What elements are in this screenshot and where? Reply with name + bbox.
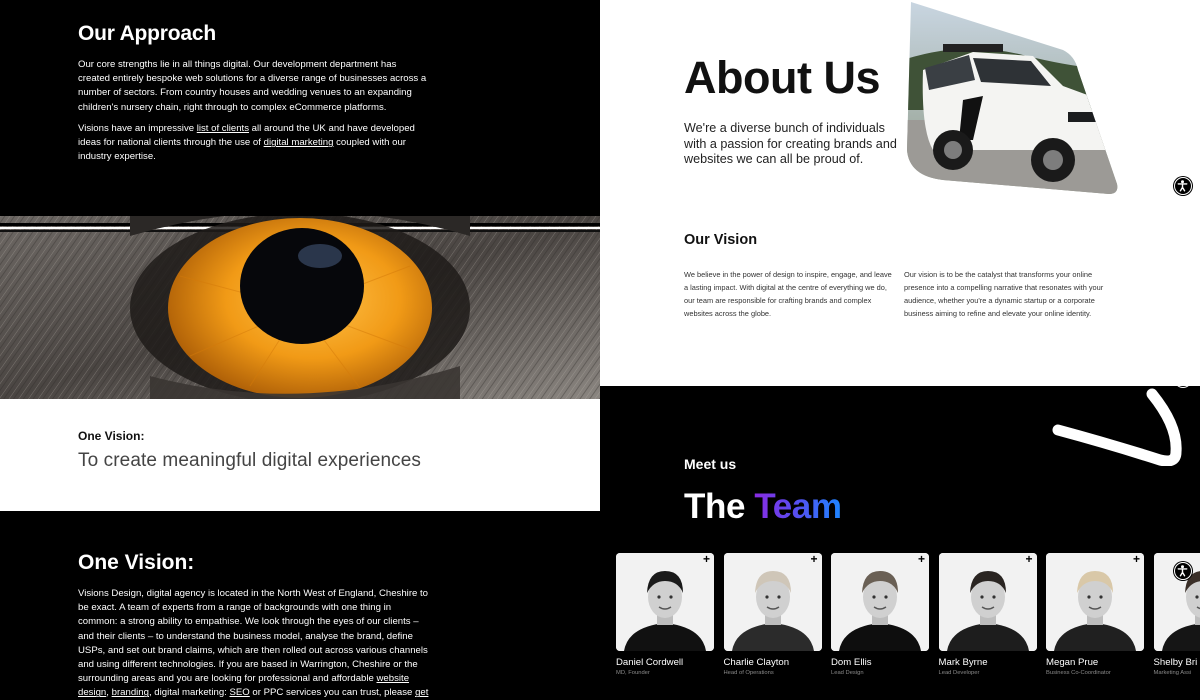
team-member-card[interactable]: + Dom Ellis Lead Design [831,553,929,676]
our-vision-column-1: We believe in the power of design to ins… [684,270,892,318]
team-member-role: MD, Founder [616,670,650,676]
team-member-name: Dom Ellis [831,657,872,668]
branding-link[interactable]: branding [112,687,149,698]
team-member-name: Mark Byrne [938,657,988,668]
one-vision-quote-section: One Vision: To create meaningful digital… [0,399,600,511]
one-vision-paragraph: Visions Design, digital agency is locate… [78,587,433,700]
team-member-photo: + [938,553,1037,651]
owl-eye-image [0,216,600,399]
our-approach-heading: Our Approach [78,22,216,45]
team-heading-plain: The [684,487,755,526]
team-member-photo: + [1046,553,1144,651]
accessibility-icon[interactable] [1174,562,1192,580]
team-member-photo: + [616,553,714,651]
team-member-role: Head of Operations [723,670,774,676]
team-member-card[interactable]: + Daniel Cordwell MD, Founder [616,553,714,676]
digital-marketing-link[interactable]: digital marketing [264,137,334,148]
expand-plus-icon[interactable]: + [918,553,925,565]
one-vision-text: , digital marketing: [148,687,230,699]
about-us-heading: About Us [684,52,880,103]
one-vision-text: Visions Design, digital agency is locate… [78,588,429,685]
pickup-truck-image [907,2,1118,194]
one-vision-quote: To create meaningful digital experiences [78,450,422,471]
team-member-card[interactable]: + Megan Prue Business Co-Coordinator [1046,553,1144,676]
approach-paragraph-2: Visions have an impressive list of clien… [78,122,428,165]
get-in-touch-link[interactable]: get [415,687,428,698]
one-vision-section: One Vision: Visions Design, digital agen… [0,511,600,700]
team-member-card[interactable]: + Mark Byrne Lead Developer [938,553,1037,676]
our-approach-section: Our Approach Our core strengths lie in a… [0,0,600,216]
approach-paragraph-1: Our core strengths lie in all things dig… [78,59,427,113]
about-intro-text: We're a diverse bunch of individuals wit… [684,121,897,167]
accessibility-icon[interactable] [1174,177,1192,195]
swoosh-decoration [1052,388,1182,466]
team-member-photo: + [831,553,929,651]
team-section: Meet us The Team + Daniel Cordwell MD, Fou… [600,386,1200,700]
expand-plus-icon[interactable]: + [1133,553,1140,565]
team-member-name: Shelby Bri [1153,657,1198,668]
the-team-heading: The Team [684,487,842,527]
team-member-role: Lead Developer [938,670,980,676]
one-vision-text: or PPC services you can trust, please [249,687,416,699]
team-member-role: Lead Design [831,670,864,676]
expand-plus-icon[interactable]: + [703,553,710,565]
meet-us-label: Meet us [684,456,737,472]
one-vision-label: One Vision: [78,429,145,443]
seo-link[interactable]: SEO [230,687,250,698]
our-vision-column-2: Our vision is to be the catalyst that tr… [904,270,1104,318]
team-member-photo: + [723,553,822,651]
team-member-role: Business Co-Coordinator [1046,670,1111,676]
team-member-name: Megan Prue [1046,657,1099,668]
our-vision-heading: Our Vision [684,232,758,248]
about-us-section: About Us We're a diverse bunch of indivi… [600,0,1200,386]
team-member-name: Charlie Clayton [723,657,790,668]
team-member-role: Marketing Assi [1153,670,1192,676]
expand-plus-icon[interactable]: + [810,553,817,565]
owl-eye-illustration [0,216,600,399]
list-of-clients-link[interactable]: list of clients [197,123,249,134]
expand-plus-icon[interactable]: + [1025,553,1032,565]
team-heading-accent: Team [754,487,842,526]
team-member-card[interactable]: + Charlie Clayton Head of Operations [723,553,822,676]
approach-text: Visions have an impressive [78,123,197,134]
one-vision-heading: One Vision: [78,551,195,574]
team-member-name: Daniel Cordwell [616,657,684,668]
